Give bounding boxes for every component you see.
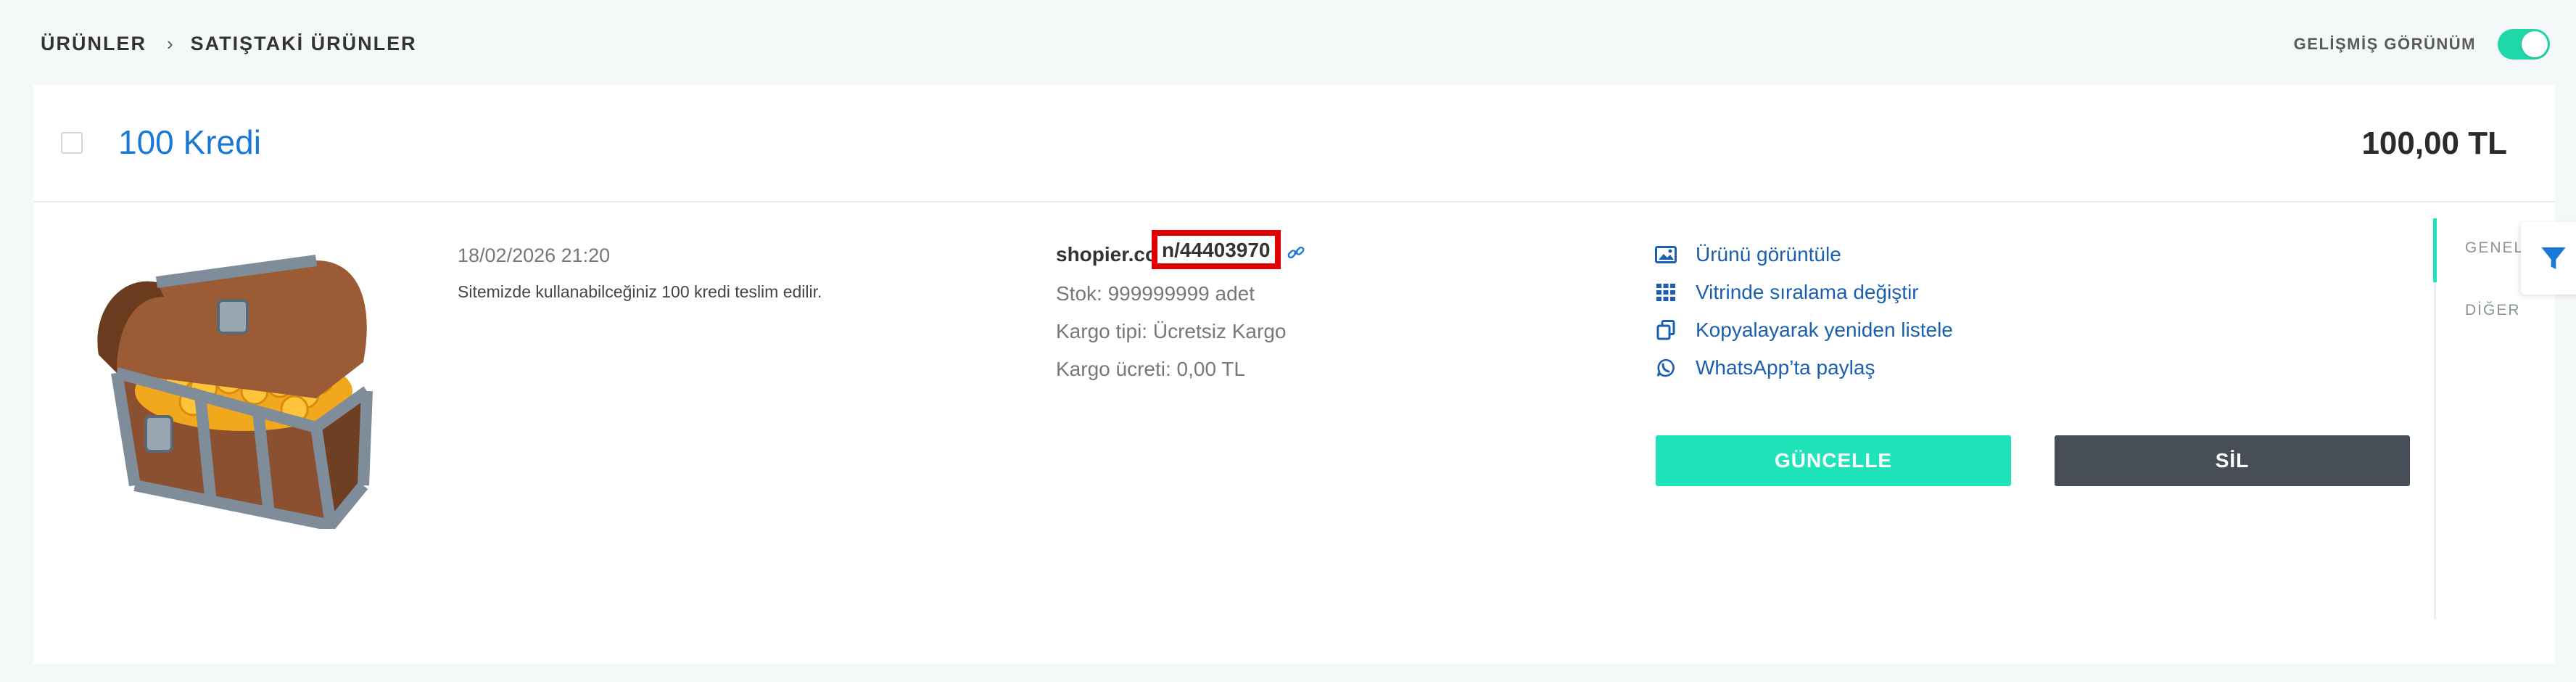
product-price: 100,00 TL <box>2361 126 2507 161</box>
breadcrumb: ÜRÜNLER › SATIŞTAKİ ÜRÜNLER <box>41 30 417 57</box>
action-label[interactable]: WhatsApp’ta paylaş <box>1696 356 1875 379</box>
update-button[interactable]: GÜNCELLE <box>1656 435 2011 486</box>
product-card: 100 Kredi 100,00 TL 18/02/2026 21:20 Sit… <box>33 85 2555 664</box>
breadcrumb-current: SATIŞTAKİ ÜRÜNLER <box>190 32 417 54</box>
product-select-checkbox[interactable] <box>61 132 83 154</box>
link-icon[interactable] <box>1287 243 1305 267</box>
product-description: Sitemizde kullanabilceğiniz 100 kredi te… <box>458 282 822 301</box>
side-tabs: GENEL DİĞER <box>2433 218 2524 620</box>
action-view-product[interactable]: Ürünü görüntüle <box>1655 243 1953 266</box>
grid-icon <box>1655 282 1677 303</box>
image-icon <box>1655 245 1677 265</box>
action-label[interactable]: Ürünü görüntüle <box>1696 243 1841 266</box>
product-date: 18/02/2026 21:20 <box>458 245 611 266</box>
filter-button[interactable] <box>2521 222 2576 295</box>
product-shipping-fee: Kargo ücreti: 0,00 TL <box>1056 358 1245 380</box>
product-link-host[interactable]: shopier.co <box>1056 243 1157 266</box>
product-link-id-highlight[interactable]: n/44403970 <box>1152 230 1281 269</box>
action-change-order[interactable]: Vitrinde sıralama değiştir <box>1655 281 1953 304</box>
action-copy-relist[interactable]: Kopyalayarak yeniden listele <box>1655 319 1953 342</box>
product-title[interactable]: 100 Kredi <box>118 123 261 162</box>
breadcrumb-root[interactable]: ÜRÜNLER <box>41 33 146 55</box>
toggle-knob <box>2522 31 2548 57</box>
filter-icon <box>2541 247 2566 269</box>
advanced-view-control: GELİŞMİŞ GÖRÜNÜM <box>2294 29 2550 59</box>
action-label[interactable]: Vitrinde sıralama değiştir <box>1696 281 1919 304</box>
product-card-header: 100 Kredi 100,00 TL <box>33 85 2555 202</box>
tab-other[interactable]: DİĞER <box>2465 302 2521 319</box>
chevron-right-icon: › <box>167 32 175 54</box>
whatsapp-icon <box>1655 358 1677 378</box>
product-info: shopier.co n/44403970 Stok: 999999999 ad… <box>1056 230 1305 395</box>
product-actions: Ürünü görüntüle Vitrinde sıralama değişt… <box>1655 243 1953 395</box>
product-shipping-type: Kargo tipi: Ücretsiz Kargo <box>1056 320 1287 342</box>
product-link-row[interactable]: shopier.co n/44403970 <box>1056 230 1305 269</box>
product-stock: Stok: 999999999 adet <box>1056 282 1255 305</box>
product-image[interactable] <box>77 246 381 531</box>
tab-general[interactable]: GENEL <box>2465 239 2524 257</box>
treasure-chest-icon <box>97 255 373 531</box>
copy-icon <box>1655 320 1677 340</box>
action-share-whatsapp[interactable]: WhatsApp’ta paylaş <box>1655 356 1953 379</box>
action-label[interactable]: Kopyalayarak yeniden listele <box>1696 319 1953 342</box>
delete-button[interactable]: SİL <box>2055 435 2410 486</box>
advanced-view-label: GELİŞMİŞ GÖRÜNÜM <box>2293 35 2476 53</box>
side-tab-active-indicator <box>2433 218 2437 282</box>
advanced-view-toggle[interactable] <box>2498 29 2550 59</box>
